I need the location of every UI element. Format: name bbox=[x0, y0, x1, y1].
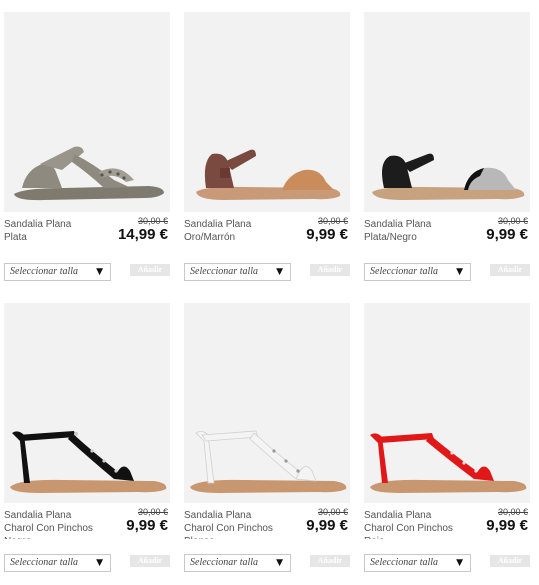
old-price: 30,00 € bbox=[317, 507, 348, 517]
add-to-cart-button[interactable]: Añadir bbox=[490, 555, 530, 567]
price: 9,99 € bbox=[306, 226, 348, 243]
old-price: 30,00 € bbox=[137, 507, 168, 517]
size-select[interactable]: Seleccionar talla ▼ bbox=[364, 554, 471, 572]
dropdown-arrow-icon: ▼ bbox=[456, 558, 463, 568]
price: 9,99 € bbox=[486, 517, 528, 534]
old-price: 30,00 € bbox=[497, 216, 528, 226]
sandal-image bbox=[196, 149, 341, 200]
product-image[interactable] bbox=[4, 303, 170, 503]
product-image[interactable] bbox=[364, 12, 530, 212]
dropdown-arrow-icon: ▼ bbox=[96, 558, 103, 568]
price: 9,99 € bbox=[306, 517, 348, 534]
sandal-image bbox=[10, 431, 167, 493]
add-to-cart-button[interactable]: Añadir bbox=[490, 264, 530, 276]
size-select-value: Seleccionar talla bbox=[190, 266, 259, 277]
add-to-cart-button[interactable]: Añadir bbox=[130, 264, 170, 276]
sandal-image bbox=[370, 433, 527, 493]
product-image[interactable] bbox=[184, 12, 350, 212]
size-select-value: Seleccionar talla bbox=[370, 557, 439, 568]
dropdown-arrow-icon: ▼ bbox=[456, 267, 463, 277]
product-image[interactable] bbox=[364, 303, 530, 503]
sandal-image bbox=[372, 153, 525, 200]
size-select[interactable]: Seleccionar talla ▼ bbox=[4, 263, 111, 281]
size-select[interactable]: Seleccionar talla ▼ bbox=[4, 554, 111, 572]
dropdown-arrow-icon: ▼ bbox=[96, 267, 103, 277]
product-name[interactable]: Sandalia Plana Charol Con Pinchos Rojo bbox=[364, 509, 464, 539]
product-name[interactable]: Sandalia Plana Oro/Marrón bbox=[184, 218, 284, 244]
price: 9,99 € bbox=[126, 517, 168, 534]
price: 9,99 € bbox=[486, 226, 528, 243]
old-price: 30,00 € bbox=[137, 216, 168, 226]
product-image[interactable] bbox=[184, 303, 350, 503]
price: 14,99 € bbox=[117, 226, 168, 243]
product-name[interactable]: Sandalia Plana Charol Con Pinchos Blanco bbox=[184, 509, 284, 539]
add-to-cart-button[interactable]: Añadir bbox=[310, 264, 350, 276]
add-to-cart-button[interactable]: Añadir bbox=[310, 555, 350, 567]
sandal-image bbox=[190, 430, 347, 493]
sandal-image bbox=[14, 146, 164, 201]
size-select-value: Seleccionar talla bbox=[10, 557, 79, 568]
size-select-value: Seleccionar talla bbox=[370, 266, 439, 277]
dropdown-arrow-icon: ▼ bbox=[276, 558, 283, 568]
add-to-cart-button[interactable]: Añadir bbox=[130, 555, 170, 567]
dropdown-arrow-icon: ▼ bbox=[276, 267, 283, 277]
size-select[interactable]: Seleccionar talla ▼ bbox=[184, 554, 291, 572]
size-select[interactable]: Seleccionar talla ▼ bbox=[184, 263, 291, 281]
product-name[interactable]: Sandalia Plana Plata bbox=[4, 218, 104, 244]
old-price: 30,00 € bbox=[317, 216, 348, 226]
size-select[interactable]: Seleccionar talla ▼ bbox=[364, 263, 471, 281]
size-select-value: Seleccionar talla bbox=[190, 557, 259, 568]
product-name[interactable]: Sandalia Plana Charol Con Pinchos Negro bbox=[4, 509, 104, 539]
size-select-value: Seleccionar talla bbox=[10, 266, 79, 277]
product-name[interactable]: Sandalia Plana Plata/Negro bbox=[364, 218, 464, 244]
old-price: 30,00 € bbox=[497, 507, 528, 517]
product-image[interactable] bbox=[4, 12, 170, 212]
